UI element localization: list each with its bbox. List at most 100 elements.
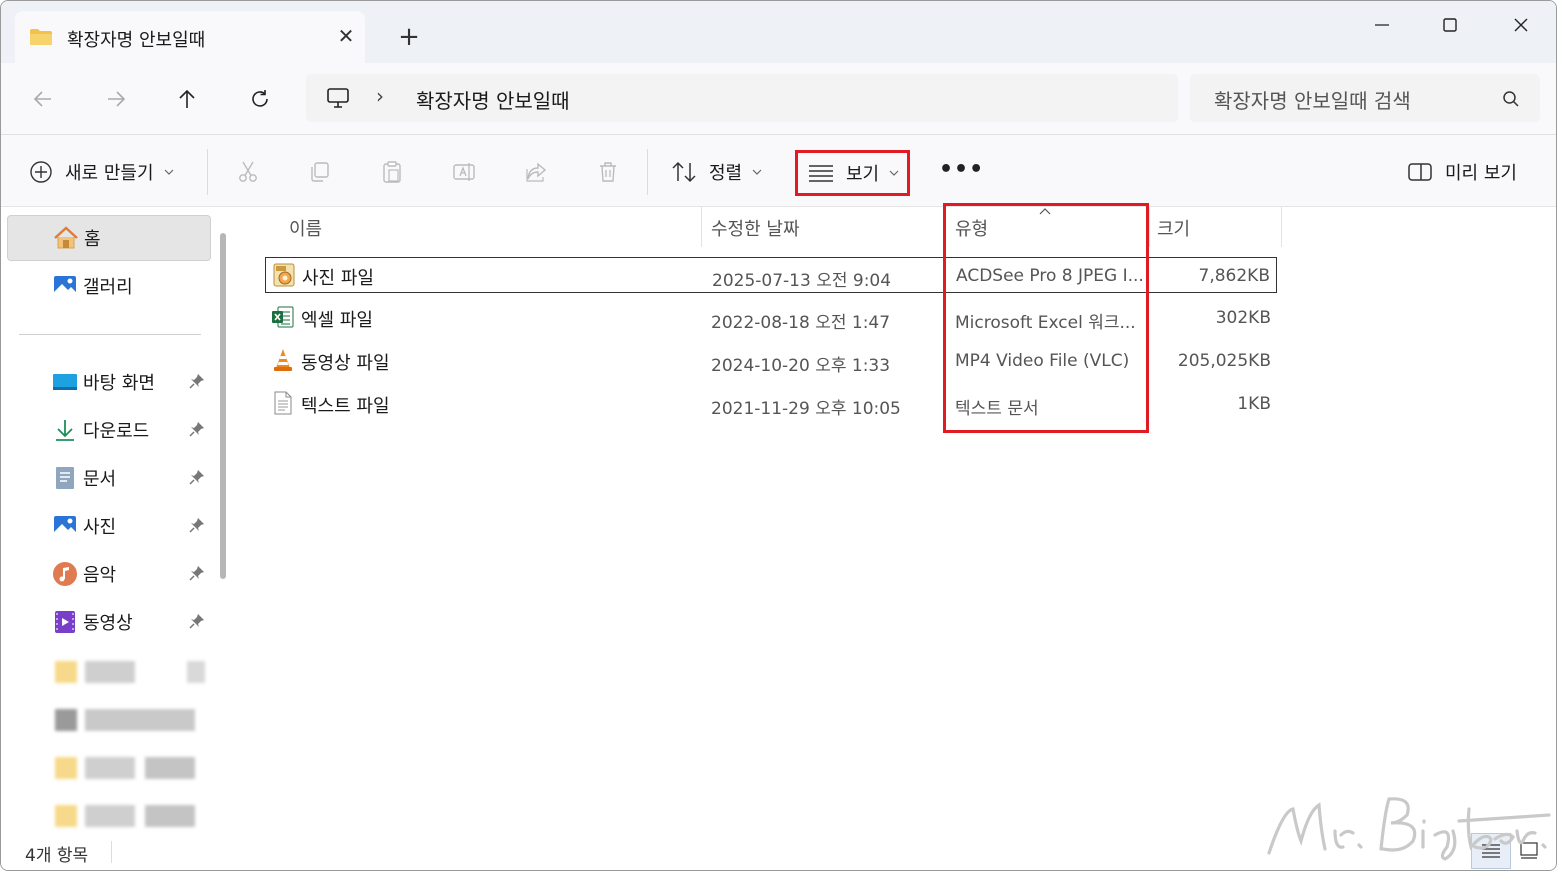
sidebar-item-label: 홈 bbox=[84, 229, 101, 250]
column-header-date[interactable]: 수정한 날짜 bbox=[711, 215, 800, 241]
sidebar-item-downloads[interactable]: 다운로드 bbox=[7, 407, 211, 453]
file-type: MP4 Video File (VLC) bbox=[955, 351, 1130, 371]
chevron-down-icon bbox=[164, 169, 173, 175]
file-type: ACDSee Pro 8 JPEG I... bbox=[956, 266, 1144, 286]
view-button-label: 보기 bbox=[846, 164, 880, 185]
sidebar-item-redacted[interactable] bbox=[49, 805, 209, 827]
excel-file-icon bbox=[272, 306, 294, 328]
breadcrumb-chevron-icon[interactable]: › bbox=[376, 84, 384, 108]
arrow-right-icon bbox=[108, 91, 126, 107]
close-icon bbox=[1514, 18, 1528, 32]
new-button-label: 새로 만들기 bbox=[65, 163, 154, 184]
new-button[interactable]: 새로 만들기 bbox=[29, 159, 174, 185]
more-options-button[interactable]: ••• bbox=[939, 157, 984, 182]
cut-button[interactable] bbox=[235, 159, 261, 185]
gallery-icon bbox=[51, 273, 79, 299]
file-row[interactable]: 텍스트 파일 2021-11-29 오후 10:05 텍스트 문서 1KB bbox=[265, 386, 1277, 422]
rename-button[interactable] bbox=[451, 159, 477, 185]
breadcrumb-current[interactable]: 확장자명 안보일때 bbox=[416, 85, 570, 114]
pin-icon bbox=[189, 566, 204, 581]
column-header-type[interactable]: 유형 bbox=[955, 215, 988, 241]
search-icon bbox=[1503, 91, 1519, 107]
file-date: 2024-10-20 오후 1:33 bbox=[711, 356, 891, 376]
maximize-button[interactable] bbox=[1427, 9, 1473, 41]
new-tab-button[interactable]: + bbox=[395, 23, 423, 51]
pin-icon bbox=[189, 374, 204, 389]
status-divider bbox=[111, 841, 112, 863]
search-input[interactable]: 확장자명 안보일때 검색 bbox=[1214, 85, 1411, 114]
file-type: Microsoft Excel 워크... bbox=[955, 313, 1136, 333]
title-bar: 확장자명 안보일때 ✕ + bbox=[1, 1, 1556, 63]
sidebar-scrollbar[interactable] bbox=[220, 233, 226, 579]
preview-pane-label: 미리 보기 bbox=[1445, 163, 1517, 184]
pin-icon bbox=[189, 518, 204, 533]
sort-ascending-icon bbox=[1039, 208, 1051, 215]
clipboard-icon bbox=[383, 161, 401, 183]
forward-button[interactable] bbox=[98, 81, 134, 117]
share-button[interactable] bbox=[523, 159, 549, 185]
home-icon bbox=[52, 225, 80, 251]
sidebar-item-videos[interactable]: 동영상 bbox=[7, 599, 211, 645]
file-name: 동영상 파일 bbox=[301, 353, 390, 374]
sidebar-item-home[interactable]: 홈 bbox=[7, 215, 211, 261]
arrow-left-icon bbox=[33, 91, 51, 107]
sidebar-item-label: 바탕 화면 bbox=[83, 373, 155, 394]
copy-button[interactable] bbox=[307, 159, 333, 185]
chevron-down-icon bbox=[752, 169, 762, 175]
refresh-button[interactable] bbox=[242, 81, 278, 117]
view-button[interactable]: 보기 bbox=[795, 150, 910, 196]
watermark-signature bbox=[1267, 797, 1551, 861]
paste-button[interactable] bbox=[379, 159, 405, 185]
column-divider[interactable] bbox=[701, 207, 702, 247]
preview-pane-button[interactable]: 미리 보기 bbox=[1407, 159, 1517, 185]
tab-close-button[interactable]: ✕ bbox=[333, 23, 359, 49]
address-bar[interactable]: › 확장자명 안보일때 bbox=[306, 74, 1178, 122]
sidebar-divider bbox=[19, 334, 201, 335]
sort-button[interactable]: 정렬 bbox=[671, 159, 762, 185]
copy-icon bbox=[311, 162, 329, 182]
command-bar: 새로 만들기 정렬 보기 ••• 미리 보기 bbox=[1, 135, 1556, 207]
file-name: 텍스트 파일 bbox=[301, 396, 390, 417]
up-button[interactable] bbox=[169, 81, 205, 117]
sidebar-item-documents[interactable]: 문서 bbox=[7, 455, 211, 501]
column-divider[interactable] bbox=[945, 207, 946, 247]
sidebar-item-label: 사진 bbox=[83, 517, 117, 538]
vlc-file-icon bbox=[274, 349, 292, 371]
sidebar-item-label: 동영상 bbox=[83, 613, 133, 634]
minimize-button[interactable] bbox=[1359, 9, 1405, 41]
column-divider[interactable] bbox=[1149, 207, 1150, 247]
sidebar-item-pictures[interactable]: 사진 bbox=[7, 503, 211, 549]
close-window-button[interactable] bbox=[1498, 9, 1544, 41]
chevron-down-icon bbox=[889, 170, 899, 176]
toolbar-divider bbox=[647, 149, 648, 195]
delete-button[interactable] bbox=[595, 159, 621, 185]
item-count: 4개 항목 bbox=[25, 846, 89, 866]
list-view-icon bbox=[809, 165, 833, 182]
folder-icon bbox=[30, 29, 52, 45]
sidebar-item-label: 갤러리 bbox=[83, 277, 133, 298]
column-header-size[interactable]: 크기 bbox=[1157, 215, 1190, 241]
computer-icon bbox=[327, 88, 349, 108]
tab-active[interactable]: 확장자명 안보일때 ✕ bbox=[15, 11, 365, 63]
column-divider[interactable] bbox=[1281, 207, 1282, 247]
file-row[interactable]: 동영상 파일 2024-10-20 오후 1:33 MP4 Video File… bbox=[265, 343, 1277, 379]
file-row[interactable]: 엑셀 파일 2022-08-18 오전 1:47 Microsoft Excel… bbox=[265, 300, 1277, 336]
file-size: 205,025KB bbox=[1177, 351, 1271, 371]
toolbar-divider bbox=[207, 149, 208, 195]
sidebar-item-redacted[interactable] bbox=[49, 661, 209, 683]
column-header-name[interactable]: 이름 bbox=[289, 215, 322, 241]
sidebar-item-desktop[interactable]: 바탕 화면 bbox=[7, 359, 211, 405]
pictures-icon bbox=[51, 513, 79, 539]
sidebar-item-redacted[interactable] bbox=[49, 709, 209, 731]
file-explorer-window: 확장자명 안보일때 ✕ + › 확장자명 안보일때 확장자명 안보일때 검색 새… bbox=[0, 0, 1557, 871]
sidebar-item-gallery[interactable]: 갤러리 bbox=[7, 263, 211, 309]
share-icon bbox=[526, 162, 547, 182]
back-button[interactable] bbox=[25, 81, 61, 117]
navigation-pane: 홈 갤러리 바탕 화면 다운로드 문서 사진 음악 동영상 bbox=[1, 207, 239, 831]
search-box[interactable]: 확장자명 안보일때 검색 bbox=[1190, 74, 1540, 122]
sidebar-item-redacted[interactable] bbox=[49, 757, 209, 779]
desktop-icon bbox=[51, 369, 79, 395]
scissors-icon bbox=[239, 161, 257, 182]
sidebar-item-music[interactable]: 음악 bbox=[7, 551, 211, 597]
file-row[interactable]: 사진 파일 2025-07-13 오전 9:04 ACDSee Pro 8 JP… bbox=[265, 257, 1277, 293]
